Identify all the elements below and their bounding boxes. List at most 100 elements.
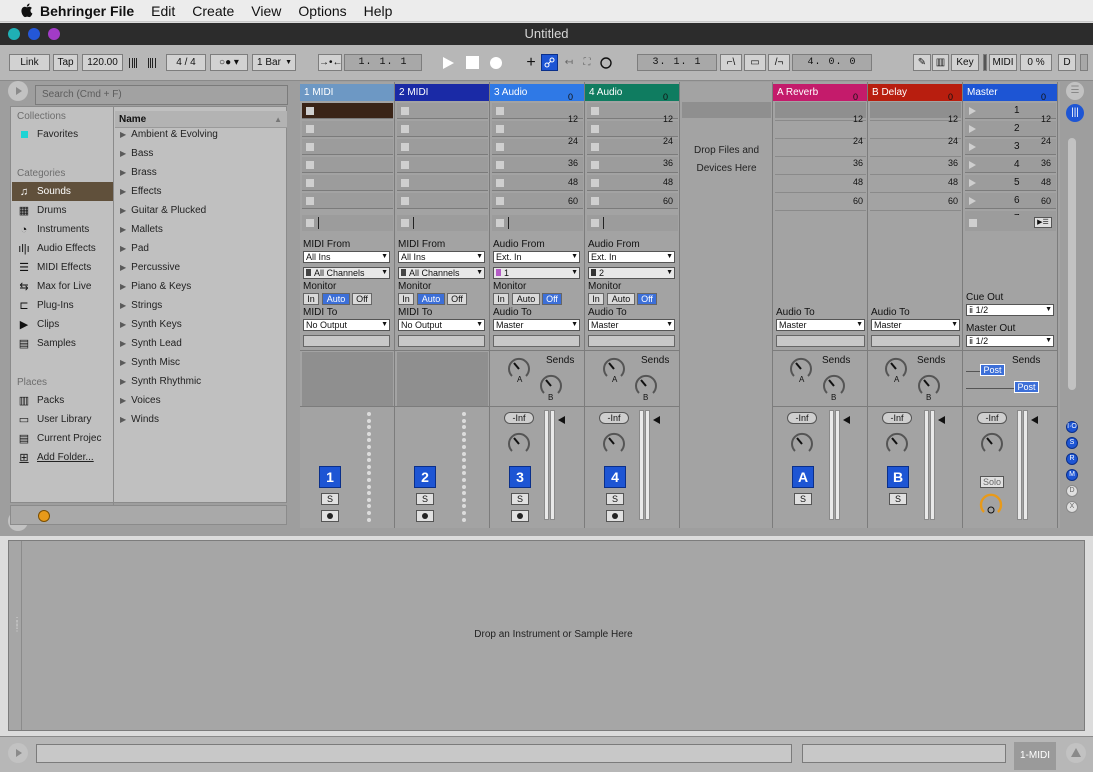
send-b-post-button[interactable]: Post (1014, 381, 1039, 393)
cue-volume-knob[interactable] (979, 493, 1003, 517)
track-header[interactable]: 2 MIDI (395, 84, 489, 101)
output-channel-field[interactable] (303, 335, 390, 347)
track-status-row[interactable] (587, 215, 678, 231)
punch-out-button[interactable]: /¬ (768, 54, 790, 71)
clip-slot[interactable] (302, 121, 393, 137)
track-activator-button[interactable]: 2 (414, 466, 436, 488)
sidebar-item-user-library[interactable]: ▭ User Library (12, 410, 113, 429)
output-type-dropdown[interactable]: Master (776, 319, 865, 331)
sidebar-item-samples[interactable]: ▤ Samples (12, 334, 113, 353)
arm-button[interactable] (511, 510, 529, 522)
sidebar-item-drums[interactable]: ▦ Drums (12, 201, 113, 220)
volume-fader-triangle-icon[interactable] (558, 416, 565, 424)
clip-slot[interactable] (397, 193, 488, 209)
output-type-dropdown[interactable]: Master (871, 319, 960, 331)
monitor-off-button[interactable]: Off (637, 293, 657, 305)
sidebar-item-plug-ins[interactable]: ⊏ Plug-Ins (12, 296, 113, 315)
input-channel-dropdown[interactable]: All Channels (398, 267, 485, 279)
clip-slot[interactable] (397, 139, 488, 155)
stop-all-clips-row[interactable]: ▶☰ (965, 215, 1056, 231)
monitor-in-button[interactable]: In (303, 293, 319, 305)
browser-item[interactable]: ▶ Guitar & Plucked (115, 201, 287, 220)
monitor-in-button[interactable]: In (588, 293, 604, 305)
track-status-row[interactable] (302, 215, 393, 231)
back-to-arrangement-button[interactable]: ↤ (561, 54, 577, 71)
monitor-auto-button[interactable]: Auto (512, 293, 540, 305)
mixer-section-s-button[interactable]: S (1066, 437, 1078, 449)
track-pan-knob[interactable] (885, 432, 909, 456)
output-type-dropdown[interactable]: Master (493, 319, 580, 331)
output-channel-field[interactable] (871, 335, 960, 347)
volume-fader-triangle-icon[interactable] (843, 416, 850, 424)
clip-slot[interactable] (302, 157, 393, 173)
clip-slot[interactable] (397, 103, 488, 119)
menu-create[interactable]: Create (192, 3, 234, 19)
track-pan-knob[interactable] (790, 432, 814, 456)
detail-resize-handle[interactable]: ⋮ ⋮ ⋮ (13, 617, 21, 655)
device-drop-area[interactable]: Drop an Instrument or Sample Here (21, 541, 1084, 730)
volume-fader-triangle-icon[interactable] (938, 416, 945, 424)
loop-button[interactable]: ▭ (744, 54, 766, 71)
clip-slot[interactable] (302, 193, 393, 209)
sidebar-item-max-for-live[interactable]: ⇆ Max for Live (12, 277, 113, 296)
cue-out-dropdown[interactable]: ⅱ 1/2 (966, 304, 1054, 316)
sidebar-item-audio-effects[interactable]: ıl|ı Audio Effects (12, 239, 113, 258)
solo-button[interactable]: S (321, 493, 339, 505)
quantize-dropdown[interactable]: 1 Bar ▼ (252, 54, 296, 71)
selected-track-label[interactable]: 1-MIDI (1014, 742, 1056, 770)
monitor-button[interactable] (321, 510, 339, 522)
clip-slot[interactable] (397, 157, 488, 173)
link-button[interactable]: Link (9, 54, 50, 71)
solo-mode-button[interactable]: Solo (980, 476, 1004, 488)
output-channel-field[interactable] (398, 335, 485, 347)
browser-item[interactable]: ▶ Piano & Keys (115, 277, 287, 296)
input-type-dropdown[interactable]: Ext. In (493, 251, 580, 263)
track-activator-button[interactable]: 1 (319, 466, 341, 488)
output-channel-field[interactable] (776, 335, 865, 347)
session-view-button[interactable]: ☰ (1066, 82, 1084, 100)
clip-slot[interactable] (302, 175, 393, 191)
info-view-toggle[interactable] (8, 743, 28, 763)
monitor-off-button[interactable]: Off (447, 293, 467, 305)
clip-slot[interactable] (397, 121, 488, 137)
volume-fader-triangle-icon[interactable] (653, 416, 660, 424)
monitor-off-button[interactable]: Off (542, 293, 562, 305)
nudge-buttons[interactable] (126, 54, 166, 71)
browser-item[interactable]: ▶ Ambient & Evolving (115, 125, 287, 144)
track-activator-button[interactable]: A (792, 466, 814, 488)
close-window-button[interactable] (8, 28, 20, 40)
input-type-dropdown[interactable]: All Ins (303, 251, 390, 263)
track-activator-button[interactable]: B (887, 466, 909, 488)
master-pan-knob[interactable] (980, 432, 1004, 456)
draw-mode-button[interactable]: ✎ (913, 54, 931, 71)
track-header[interactable]: 1 MIDI (300, 84, 394, 101)
monitor-off-button[interactable]: Off (352, 293, 372, 305)
browser-item[interactable]: ▶ Winds (115, 410, 287, 429)
time-signature-field[interactable]: 4 / 4 (166, 54, 206, 71)
sidebar-item-clips[interactable]: ▶ Clips (12, 315, 113, 334)
solo-button[interactable]: S (511, 493, 529, 505)
mixer-section-m-button[interactable]: M (1066, 469, 1078, 481)
sidebar-item-packs[interactable]: ▥ Packs (12, 391, 113, 410)
send-a-post-button[interactable]: Post (980, 364, 1005, 376)
browser-item[interactable]: ▶ Synth Keys (115, 315, 287, 334)
solo-button[interactable]: S (794, 493, 812, 505)
midi-map-button[interactable]: MIDI (989, 54, 1017, 71)
detail-view-toggle[interactable] (1066, 743, 1086, 763)
browser-item[interactable]: ▶ Pad (115, 239, 287, 258)
solo-button[interactable]: S (606, 493, 624, 505)
track-pan-knob[interactable] (602, 432, 626, 456)
browser-item[interactable]: ▶ Percussive (115, 258, 287, 277)
stop-button[interactable] (462, 54, 482, 71)
output-channel-field[interactable] (588, 335, 675, 347)
computer-keyboard-button[interactable]: ▥ (932, 54, 949, 71)
master-volume-field[interactable]: -Inf (977, 412, 1007, 424)
master-out-dropdown[interactable]: ⅱ 1/2 (966, 335, 1054, 347)
loop-start-field[interactable]: 3. 1. 1 (637, 54, 717, 71)
loop-length-field[interactable]: 4. 0. 0 (792, 54, 872, 71)
zoom-window-button[interactable] (48, 28, 60, 40)
monitor-auto-button[interactable]: Auto (607, 293, 635, 305)
output-type-dropdown[interactable]: No Output (398, 319, 485, 331)
automation-arm-button[interactable] (541, 54, 558, 71)
clip-slot[interactable] (397, 175, 488, 191)
